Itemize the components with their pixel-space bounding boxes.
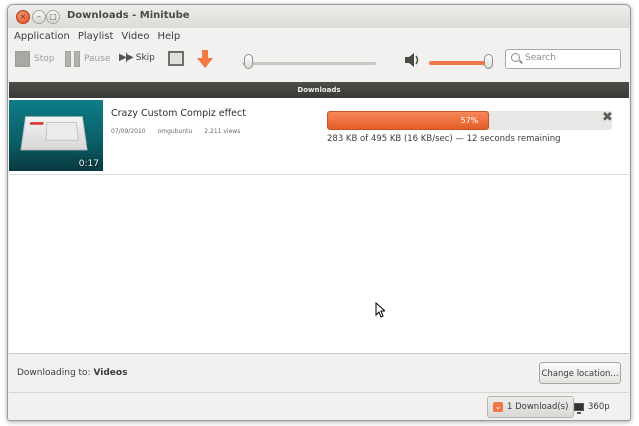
download-row[interactable]: 0:17 Crazy Custom Compiz effect 07/09/20… bbox=[9, 98, 629, 175]
progress-label: 57% bbox=[460, 116, 479, 125]
stop-label: Stop bbox=[34, 54, 55, 64]
menu-video[interactable]: Video bbox=[121, 28, 149, 45]
pause-icon bbox=[65, 51, 80, 67]
search-placeholder: Search bbox=[525, 53, 556, 63]
quality-label: 360p bbox=[588, 402, 610, 412]
volume-slider-handle[interactable] bbox=[484, 54, 493, 69]
window-title: Downloads - Minitube bbox=[67, 10, 190, 21]
pause-button[interactable]: Pause bbox=[65, 51, 110, 67]
seek-slider-handle[interactable] bbox=[244, 54, 253, 69]
downloading-to-folder: Videos bbox=[93, 368, 128, 378]
download-progress-bar: 57% bbox=[327, 111, 612, 130]
close-icon[interactable]: × bbox=[16, 10, 30, 24]
video-views: 2,211 views bbox=[204, 128, 241, 135]
skip-label: Skip bbox=[135, 52, 155, 63]
video-thumbnail[interactable]: 0:17 bbox=[9, 100, 103, 171]
video-date: 07/09/2010 bbox=[111, 128, 146, 135]
video-title: Crazy Custom Compiz effect bbox=[111, 108, 246, 119]
stop-icon bbox=[15, 51, 30, 67]
maximize-icon[interactable]: □ bbox=[46, 10, 60, 24]
menu-playlist[interactable]: Playlist bbox=[78, 28, 114, 45]
video-author: omgubuntu bbox=[157, 128, 193, 135]
video-meta: 07/09/2010 omgubuntu 2,211 views bbox=[111, 128, 240, 135]
change-location-button[interactable]: Change location... bbox=[539, 362, 621, 384]
downloads-count-label: 1 Download(s) bbox=[507, 402, 569, 412]
quality-selector[interactable]: 360p bbox=[574, 402, 610, 414]
cancel-download-icon[interactable]: ✖ bbox=[602, 111, 613, 124]
minimize-icon[interactable]: – bbox=[32, 10, 46, 24]
skip-icon: ▶|▶ bbox=[119, 52, 134, 63]
download-status: 283 KB of 495 KB (16 KB/sec) — 12 second… bbox=[327, 134, 561, 144]
downloading-to-text: Downloading to: Videos bbox=[17, 368, 127, 378]
download-location-bar: Downloading to: Videos Change location..… bbox=[9, 354, 629, 392]
skip-button[interactable]: ▶|▶ Skip bbox=[119, 52, 155, 63]
menu-help[interactable]: Help bbox=[157, 28, 180, 45]
speaker-icon[interactable] bbox=[404, 52, 422, 68]
seek-slider[interactable] bbox=[242, 62, 376, 65]
stop-button[interactable]: Stop bbox=[15, 51, 54, 67]
downloading-to-prefix: Downloading to: bbox=[17, 368, 94, 378]
mouse-pointer-icon bbox=[375, 302, 385, 318]
title-bar: × – □ Downloads - Minitube bbox=[8, 5, 630, 28]
search-input[interactable]: Search bbox=[505, 49, 621, 69]
downloads-list: 0:17 Crazy Custom Compiz effect 07/09/20… bbox=[9, 98, 629, 354]
search-icon bbox=[511, 53, 520, 62]
fullscreen-icon[interactable] bbox=[168, 51, 184, 66]
thumbnail-image bbox=[20, 116, 88, 151]
video-duration: 0:17 bbox=[78, 159, 99, 169]
menu-application[interactable]: Application bbox=[14, 28, 70, 45]
downloads-count-button[interactable]: ⌄ 1 Download(s) bbox=[487, 396, 575, 418]
download-arrow-icon[interactable] bbox=[196, 49, 214, 69]
menu-bar: Application Playlist Video Help bbox=[8, 28, 630, 45]
downloads-header: Downloads bbox=[9, 82, 629, 98]
app-window: × – □ Downloads - Minitube Application P… bbox=[7, 4, 631, 421]
chevron-down-icon: ⌄ bbox=[493, 402, 503, 412]
status-bar: ⌄ 1 Download(s) 360p bbox=[9, 392, 629, 420]
monitor-icon bbox=[574, 403, 584, 414]
pause-label: Pause bbox=[84, 54, 111, 64]
